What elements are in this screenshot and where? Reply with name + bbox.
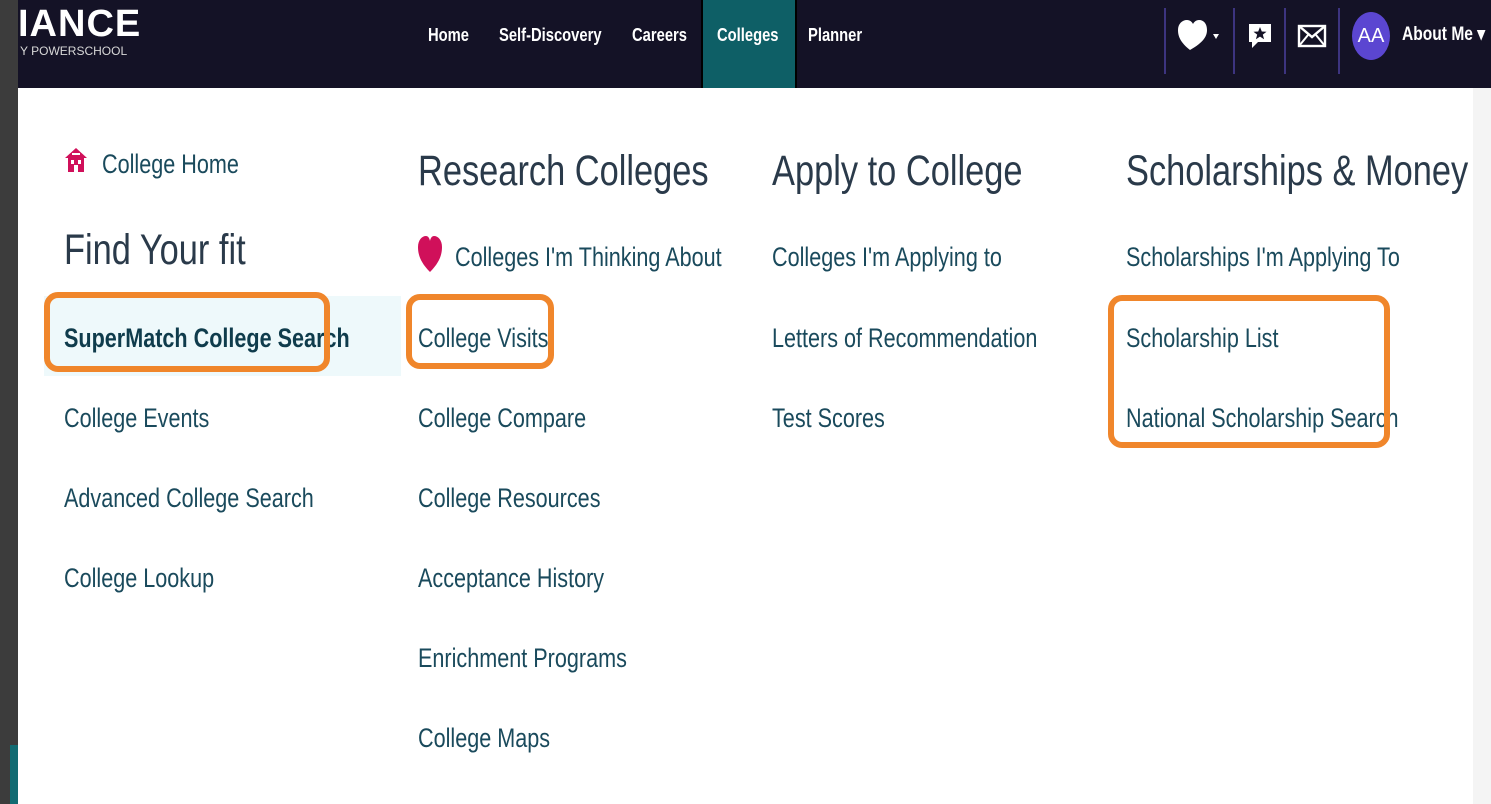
college-home-icon	[65, 148, 87, 172]
nav-divider	[1338, 8, 1340, 74]
acceptance-history-link[interactable]: Acceptance History	[418, 560, 604, 596]
research-colleges-heading: Research Colleges	[418, 147, 709, 195]
background-teal-block	[10, 745, 18, 804]
apply-to-college-heading: Apply to College	[772, 147, 1023, 195]
test-scores-link[interactable]: Test Scores	[772, 400, 885, 436]
background-page-edge-right	[1473, 88, 1491, 804]
heart-icon	[418, 236, 442, 272]
about-me-menu[interactable]: About Me ▾	[1402, 0, 1485, 70]
college-resources-link[interactable]: College Resources	[418, 480, 601, 516]
nav-colleges[interactable]: Colleges	[717, 0, 779, 88]
notifications-button[interactable]	[1241, 14, 1279, 58]
college-lookup-link[interactable]: College Lookup	[64, 560, 214, 596]
highlight-box-college-visits	[406, 294, 554, 369]
mail-icon	[1297, 24, 1327, 48]
avatar[interactable]: AA	[1352, 12, 1390, 60]
scholarships-money-heading: Scholarships & Money	[1126, 147, 1469, 195]
heart-icon	[1178, 20, 1219, 50]
messages-button[interactable]	[1293, 14, 1331, 58]
colleges-thinking-about-link[interactable]: Colleges I'm Thinking About	[455, 239, 722, 275]
letters-of-recommendation-link[interactable]: Letters of Recommendation	[772, 320, 1037, 356]
nav-divider	[1164, 8, 1166, 74]
colleges-applying-to-link[interactable]: Colleges I'm Applying to	[772, 239, 1002, 275]
nav-divider	[1233, 8, 1235, 74]
brand-name: IANCE	[18, 3, 142, 45]
college-events-link[interactable]: College Events	[64, 400, 209, 436]
favorites-menu-button[interactable]	[1176, 14, 1224, 58]
chat-icon	[1249, 24, 1271, 48]
advanced-college-search-link[interactable]: Advanced College Search	[64, 480, 314, 516]
college-maps-link[interactable]: College Maps	[418, 720, 550, 756]
background-page-edge	[0, 0, 18, 804]
college-compare-link[interactable]: College Compare	[418, 400, 586, 436]
nav-home[interactable]: Home	[428, 0, 469, 88]
top-navigation-bar: IANCE Y POWERSCHOOL Home Self-Discovery …	[18, 0, 1491, 88]
college-home-link[interactable]: College Home	[102, 146, 239, 182]
scholarships-applying-to-link[interactable]: Scholarships I'm Applying To	[1126, 239, 1400, 275]
nav-self-discovery[interactable]: Self-Discovery	[499, 0, 602, 88]
highlight-box-scholarships	[1108, 295, 1390, 448]
colleges-mega-menu: College Home Find Your fit SuperMatch Co…	[18, 88, 1473, 804]
brand-logo[interactable]: IANCE Y POWERSCHOOL	[18, 4, 141, 58]
highlight-box-supermatch	[44, 292, 330, 372]
nav-careers[interactable]: Careers	[632, 0, 687, 88]
nav-planner[interactable]: Planner	[808, 0, 862, 88]
brand-tagline: Y POWERSCHOOL	[20, 44, 128, 58]
find-your-fit-heading: Find Your fit	[64, 226, 246, 274]
nav-divider	[1284, 8, 1286, 74]
enrichment-programs-link[interactable]: Enrichment Programs	[418, 640, 627, 676]
